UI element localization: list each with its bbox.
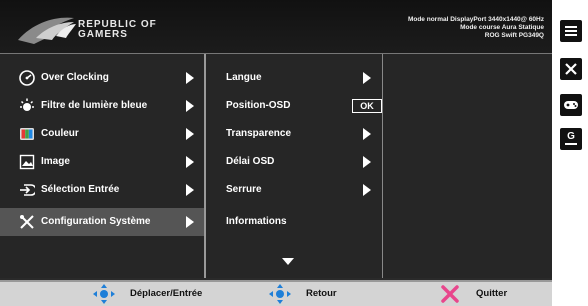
chevron-right-icon xyxy=(363,72,371,84)
menu-item-over-clocking[interactable]: Over Clocking xyxy=(0,64,204,92)
chevron-right-icon xyxy=(363,184,371,196)
submenu-item-information[interactable]: Informations xyxy=(206,208,382,236)
sub-menu: Langue Position-OSD OK Transparence Déla… xyxy=(206,54,383,278)
menu-item-system-setup[interactable]: Configuration Système xyxy=(0,208,204,236)
chevron-right-icon xyxy=(363,156,371,168)
status-line-1: Mode normal DisplayPort 3440x1440@ 60Hz xyxy=(407,16,544,23)
gamepad-icon xyxy=(564,101,578,109)
submenu-item-language[interactable]: Langue xyxy=(206,64,382,92)
menu-item-color[interactable]: Couleur xyxy=(0,120,204,148)
submenu-item-transparency[interactable]: Transparence xyxy=(206,120,382,148)
chevron-right-icon xyxy=(363,128,371,140)
status-line-2: Mode course Aura Statique xyxy=(460,24,544,31)
submenu-item-label: Transparence xyxy=(226,128,292,139)
status-line-3: ROG Swift PG349Q xyxy=(484,32,544,39)
gameplus-button[interactable]: G xyxy=(560,128,582,150)
menu-item-blue-light-filter[interactable]: Filtre de lumière bleue xyxy=(0,92,204,120)
main-menu: Over Clocking Filtre de lumière bleue Co… xyxy=(0,54,206,278)
menu-item-label: Configuration Système xyxy=(41,216,151,227)
hint-move-enter: Déplacer/Entrée xyxy=(92,282,232,306)
gameplus-label: G xyxy=(565,131,577,145)
submenu-item-osd-timeout[interactable]: Délai OSD xyxy=(206,148,382,176)
scroll-down-icon[interactable] xyxy=(282,258,294,265)
tools-icon xyxy=(20,215,34,229)
chevron-right-icon xyxy=(186,100,194,112)
menu-item-label: Couleur xyxy=(41,128,79,139)
close-icon xyxy=(441,285,459,303)
submenu-item-label: Délai OSD xyxy=(226,156,275,167)
hint-exit: Quitter xyxy=(440,282,540,306)
menu-item-input-selection[interactable]: Sélection Entrée xyxy=(0,176,204,204)
gauge-icon xyxy=(19,70,35,86)
joystick-back-icon xyxy=(269,284,291,304)
brand-text: REPUBLIC OF GAMERS xyxy=(78,20,157,40)
osd-panel: REPUBLIC OF GAMERS Mode normal DisplayPo… xyxy=(0,0,552,306)
menu-item-label: Sélection Entrée xyxy=(41,184,120,195)
image-icon xyxy=(19,154,35,170)
submenu-item-lock[interactable]: Serrure xyxy=(206,176,382,204)
color-icon xyxy=(20,128,34,140)
hamburger-menu-icon xyxy=(565,26,577,36)
sun-icon xyxy=(20,98,34,111)
chevron-right-icon xyxy=(186,216,194,228)
hint-back: Retour xyxy=(268,282,358,306)
detail-pane xyxy=(383,54,552,278)
osd-footer: Déplacer/Entrée Retour Quitter xyxy=(0,280,552,306)
status-info: Mode normal DisplayPort 3440x1440@ 60Hz … xyxy=(408,16,544,40)
chevron-right-icon xyxy=(186,128,194,140)
hint-label: Retour xyxy=(306,288,337,299)
hint-label: Quitter xyxy=(476,288,508,299)
submenu-item-osd-position[interactable]: Position-OSD OK xyxy=(206,92,382,120)
menu-item-image[interactable]: Image xyxy=(0,148,204,176)
submenu-item-label: Informations xyxy=(226,216,287,227)
ok-badge: OK xyxy=(352,99,382,113)
menu-item-label: Image xyxy=(41,156,70,167)
menu-item-label: Over Clocking xyxy=(41,72,109,83)
osd-header: REPUBLIC OF GAMERS Mode normal DisplayPo… xyxy=(0,0,552,54)
submenu-item-label: Position-OSD xyxy=(226,100,291,111)
menu-item-label: Filtre de lumière bleue xyxy=(41,100,148,111)
chevron-right-icon xyxy=(186,156,194,168)
submenu-item-label: Serrure xyxy=(226,184,262,195)
input-icon xyxy=(20,184,35,196)
menu-button[interactable] xyxy=(560,20,582,42)
submenu-item-label: Langue xyxy=(226,72,262,83)
joystick-move-icon xyxy=(93,284,115,304)
close-button[interactable] xyxy=(560,58,582,80)
chevron-right-icon xyxy=(186,184,194,196)
gamevisual-button[interactable] xyxy=(560,94,582,116)
hint-label: Déplacer/Entrée xyxy=(130,288,203,299)
chevron-right-icon xyxy=(186,72,194,84)
brand-line-2: GAMERS xyxy=(78,29,128,40)
close-icon xyxy=(565,63,577,75)
